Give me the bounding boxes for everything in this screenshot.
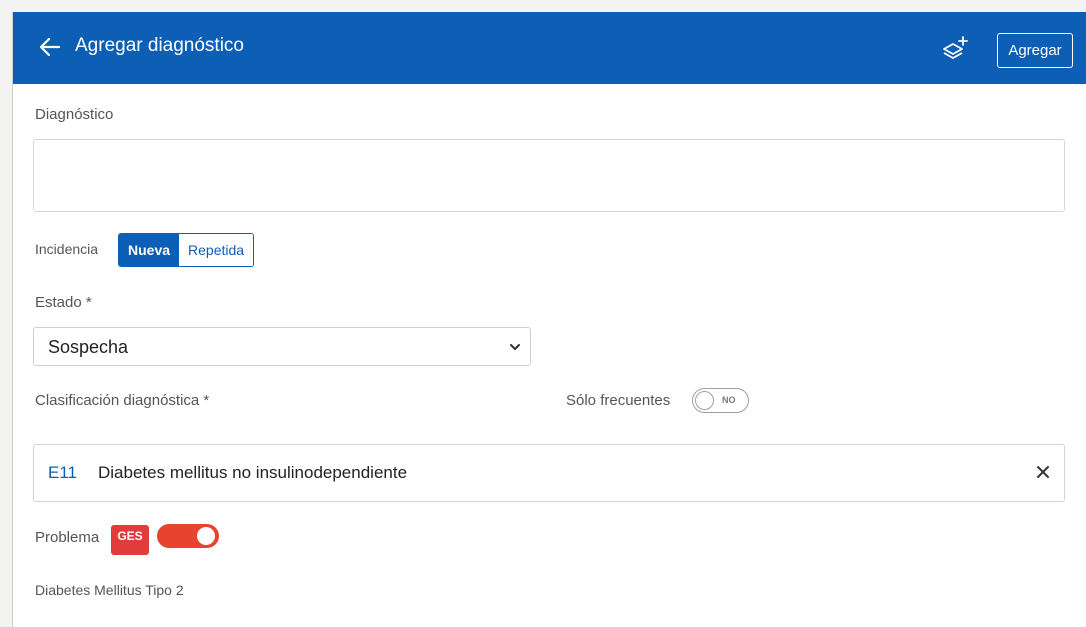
frequent-only-label: Sólo frecuentes bbox=[566, 392, 671, 409]
status-label: Estado * bbox=[35, 294, 92, 311]
toggle-state-label: NO bbox=[722, 395, 736, 405]
app-bar: Agregar diagnóstico Agregar bbox=[13, 12, 1086, 84]
incidence-segmented-control: Nueva Repetida bbox=[118, 233, 255, 267]
layers-add-button[interactable] bbox=[941, 34, 969, 62]
incidence-label: Incidencia bbox=[35, 241, 99, 257]
diagnosis-description: Diabetes mellitus no insulinodependiente bbox=[98, 463, 408, 482]
page-title: Agregar diagnóstico bbox=[75, 35, 244, 56]
status-value: Sospecha bbox=[48, 337, 129, 357]
diagnosis-input[interactable] bbox=[33, 139, 1065, 212]
diagnosis-label: Diagnóstico bbox=[35, 106, 114, 123]
incidence-option-repetida[interactable]: Repetida bbox=[179, 234, 254, 266]
layers-add-icon bbox=[943, 36, 968, 59]
diagnosis-code: E11 bbox=[48, 463, 77, 482]
chevron-down-icon bbox=[510, 344, 520, 350]
classification-label: Clasificación diagnóstica * bbox=[35, 392, 210, 409]
ges-problem-name: Diabetes Mellitus Tipo 2 bbox=[35, 582, 184, 598]
add-button[interactable]: Agregar bbox=[997, 33, 1073, 68]
problem-label: Problema bbox=[35, 529, 100, 546]
incidence-option-nueva[interactable]: Nueva bbox=[119, 234, 180, 266]
frequent-only-toggle[interactable]: NO bbox=[692, 388, 749, 413]
page: Agregar diagnóstico Agregar Diagnóstico … bbox=[12, 12, 1086, 627]
toggle-knob bbox=[197, 527, 215, 545]
clear-selection-button[interactable] bbox=[1032, 461, 1054, 483]
toggle-knob bbox=[695, 391, 714, 410]
status-select[interactable]: Sospecha bbox=[33, 327, 531, 366]
ges-badge: GES bbox=[111, 525, 149, 555]
close-icon bbox=[1037, 466, 1049, 478]
problem-toggle[interactable] bbox=[157, 524, 219, 548]
selected-diagnosis-chip: E11 Diabetes mellitus no insulinodependi… bbox=[33, 444, 1065, 502]
back-button[interactable] bbox=[35, 32, 65, 62]
arrow-left-icon bbox=[39, 37, 61, 57]
